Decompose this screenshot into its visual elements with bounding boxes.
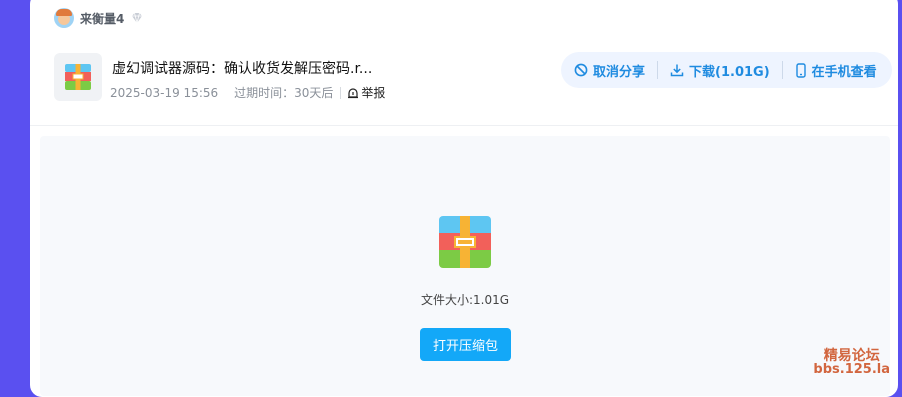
report-link[interactable]: 举报: [347, 84, 385, 101]
download-label: 下载(1.01G): [689, 64, 770, 80]
avatar[interactable]: [54, 8, 74, 28]
file-size-text: 文件大小:1.01G: [420, 293, 510, 307]
header-divider: [30, 125, 898, 126]
report-icon: [348, 87, 359, 98]
file-meta: 2025-03-19 15:56 过期时间：30天后 举报: [110, 84, 385, 101]
share-date: 2025-03-19 15:56: [110, 85, 219, 100]
watermark-line1: 精易论坛: [823, 348, 880, 364]
view-on-phone-label: 在手机查看: [811, 64, 877, 80]
ban-icon: [574, 63, 588, 77]
archive-large-icon: [439, 216, 491, 268]
download-button[interactable]: 下载(1.01G): [670, 61, 770, 80]
user-row: 来衡量4: [54, 8, 144, 28]
cancel-share-button[interactable]: 取消分享: [574, 61, 645, 80]
action-divider: [781, 61, 783, 79]
expiry-text: 过期时间：30天后: [234, 86, 334, 100]
vip-diamond-icon: [132, 12, 143, 24]
user-name[interactable]: 来衡量4: [80, 10, 124, 27]
file-title: 虚幻调试器源码：确认收货发解压密码.r...: [112, 61, 373, 77]
action-bar: 取消分享 下载(1.01G) 在手机查看: [561, 52, 892, 88]
report-label: 举报: [361, 86, 386, 100]
download-icon: [670, 64, 684, 77]
archive-icon: [65, 64, 91, 90]
action-divider: [657, 61, 659, 79]
open-archive-button[interactable]: 打开压缩包: [420, 328, 511, 361]
watermark-line2: bbs.125.la: [813, 362, 890, 377]
share-card: 来衡量4 虚幻调试器源码：确认收货发解压密码.r... 2025-03-19 1…: [30, 0, 898, 397]
cancel-share-label: 取消分享: [593, 64, 646, 80]
watermark: 精易论坛 bbs.125.la: [813, 349, 890, 377]
view-on-phone-button[interactable]: 在手机查看: [795, 61, 877, 80]
file-thumbnail: [54, 53, 102, 101]
phone-icon: [795, 62, 806, 78]
meta-divider: [340, 86, 342, 99]
preview-panel: 文件大小:1.01G 打开压缩包: [40, 136, 890, 396]
